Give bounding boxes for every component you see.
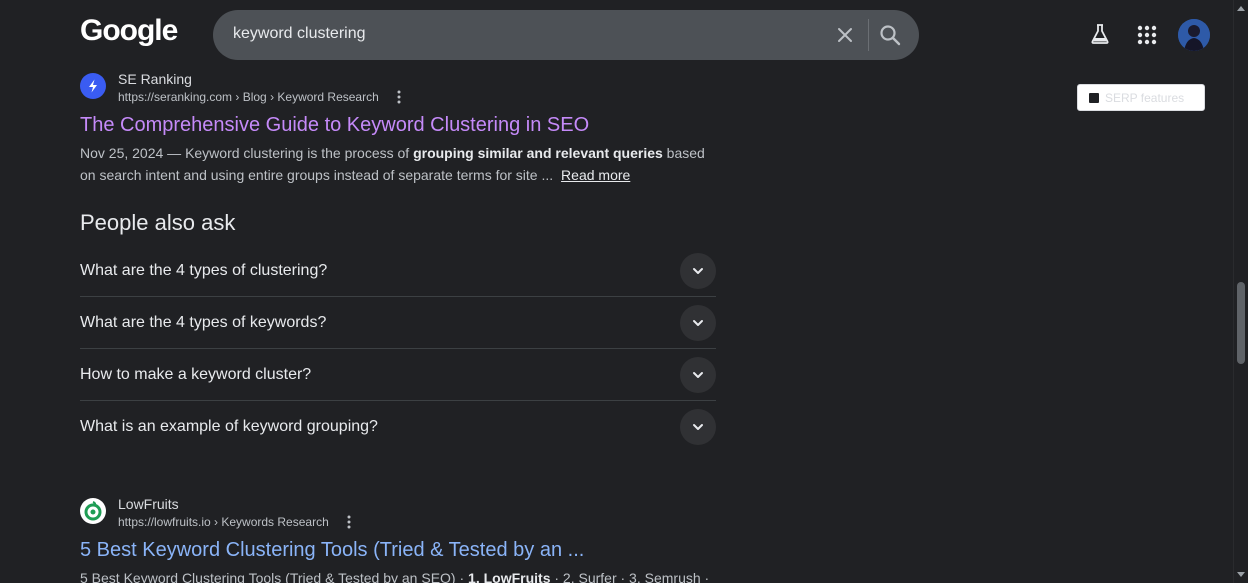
chevron-down-icon — [693, 423, 703, 430]
result-snippet: Nov 25, 2024 — Keyword clustering is the… — [80, 142, 720, 186]
result-title-link[interactable]: The Comprehensive Guide to Keyword Clust… — [80, 112, 720, 138]
paa-question[interactable]: What are the 4 types of keywords? — [80, 297, 716, 349]
search-results-page: Google keyword clustering SERP features … — [0, 0, 1248, 583]
paa-question[interactable]: How to make a keyword cluster? — [80, 349, 716, 401]
apps-button[interactable] — [1136, 24, 1158, 46]
result-source[interactable]: LowFruits https://lowfruits.io › Keyword… — [80, 495, 720, 531]
snippet-text: 5 Best Keyword Clustering Tools (Tried &… — [80, 570, 469, 583]
url-text: https://lowfruits.io › Keywords Research — [118, 515, 329, 529]
search-result: SE Ranking https://seranking.com › Blog … — [80, 70, 720, 186]
url-text: https://seranking.com › Blog › Keyword R… — [118, 90, 379, 104]
snippet-date: Nov 25, 2024 — — [80, 145, 186, 161]
paa-question-text: What are the 4 types of keywords? — [80, 313, 327, 331]
scroll-down-arrow-icon[interactable] — [1237, 571, 1245, 579]
paa-question[interactable]: What is an example of keyword grouping? — [80, 401, 716, 452]
scrollbar-thumb[interactable] — [1237, 282, 1245, 364]
expand-button[interactable] — [680, 252, 716, 289]
snippet-text: Keyword clustering is the process of — [185, 145, 414, 161]
result-snippet: 5 Best Keyword Clustering Tools (Tried &… — [80, 567, 720, 583]
site-url: https://lowfruits.io › Keywords Research — [118, 513, 355, 531]
paa-question-text: What are the 4 types of clustering? — [80, 261, 328, 279]
site-name: LowFruits — [118, 496, 179, 512]
chevron-down-icon — [693, 371, 703, 378]
expand-button[interactable] — [680, 304, 716, 341]
paa-question-text: What is an example of keyword grouping? — [80, 417, 378, 435]
lowfruits-favicon-icon — [80, 498, 106, 524]
labs-button[interactable] — [1088, 22, 1112, 46]
result-title-link[interactable]: 5 Best Keyword Clustering Tools (Tried &… — [80, 537, 720, 563]
site-url: https://seranking.com › Blog › Keyword R… — [118, 88, 405, 106]
more-options-button[interactable] — [343, 514, 355, 530]
chevron-down-icon — [693, 319, 703, 326]
clear-search-button[interactable] — [833, 23, 857, 47]
snippet-bold: 1. LowFruits — [468, 570, 551, 583]
expand-button[interactable] — [680, 356, 716, 393]
scroll-up-arrow-icon[interactable] — [1237, 4, 1245, 12]
search-button[interactable] — [878, 23, 902, 47]
more-options-button[interactable] — [393, 89, 405, 105]
search-input[interactable]: keyword clustering — [233, 25, 366, 43]
serp-features-label: SERP features — [1105, 90, 1185, 105]
expand-button[interactable] — [680, 408, 716, 445]
site-name: SE Ranking — [118, 71, 192, 87]
apps-grid-icon — [1137, 25, 1157, 45]
checkbox-icon — [1089, 92, 1099, 103]
seranking-favicon-icon — [80, 73, 106, 99]
google-logo[interactable]: Google — [80, 14, 178, 48]
close-icon — [838, 28, 852, 42]
people-also-ask-list: What are the 4 types of clustering? What… — [80, 245, 716, 452]
more-vert-icon — [397, 90, 401, 104]
paa-question-text: How to make a keyword cluster? — [80, 365, 312, 383]
flask-icon — [1091, 24, 1109, 44]
serp-features-button[interactable]: SERP features — [1077, 84, 1205, 111]
account-avatar[interactable] — [1178, 19, 1210, 51]
snippet-bold: grouping similar and relevant queries — [413, 145, 663, 161]
search-divider — [868, 19, 869, 51]
search-result: LowFruits https://lowfruits.io › Keyword… — [80, 495, 720, 583]
search-icon — [880, 25, 901, 46]
scrollbar[interactable] — [1233, 0, 1248, 583]
read-more-link[interactable]: Read more — [561, 167, 630, 183]
result-source[interactable]: SE Ranking https://seranking.com › Blog … — [80, 70, 720, 106]
paa-question[interactable]: What are the 4 types of clustering? — [80, 245, 716, 297]
people-also-ask-heading: People also ask — [80, 210, 236, 235]
more-vert-icon — [347, 515, 351, 529]
avatar-image — [1178, 19, 1210, 51]
chevron-down-icon — [693, 267, 703, 274]
search-bar[interactable]: keyword clustering — [213, 10, 919, 60]
